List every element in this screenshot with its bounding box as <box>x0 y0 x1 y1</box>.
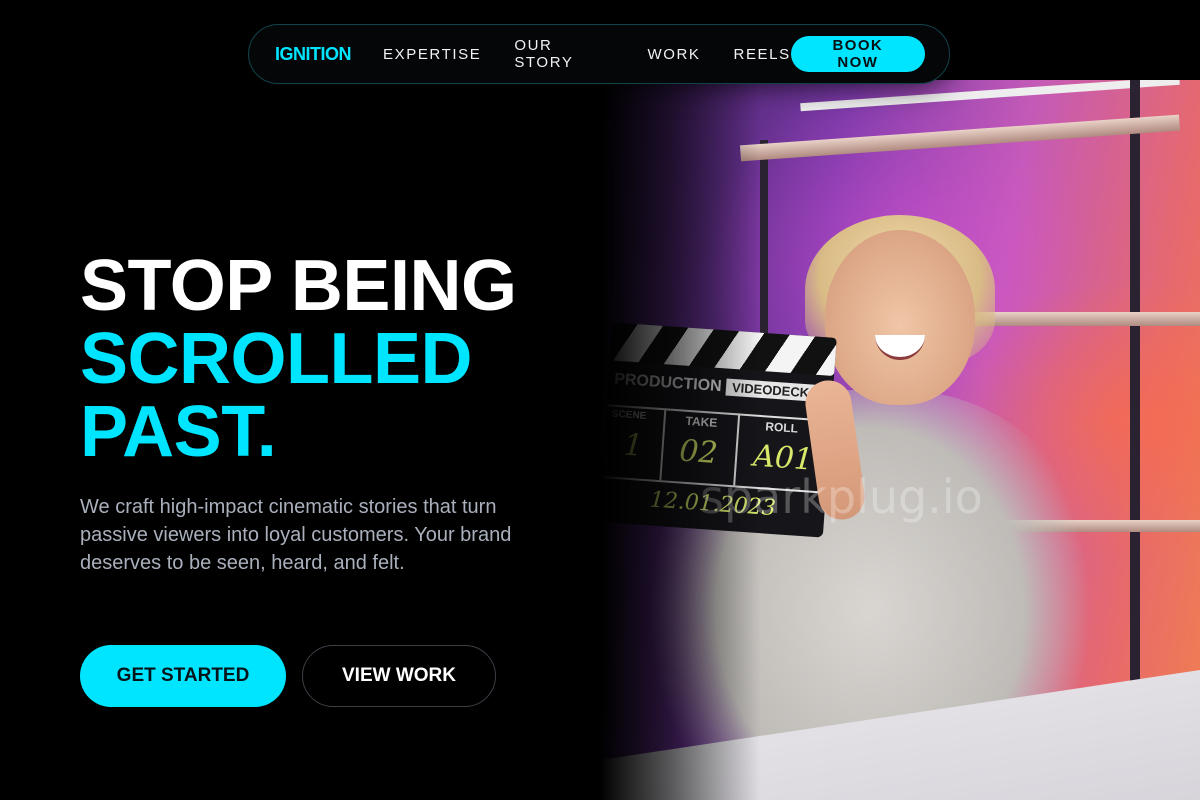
studio-light <box>800 80 1180 112</box>
clapper-take-label: TAKE <box>685 413 718 430</box>
top-nav: IGNITION EXPERTISE OUR STORY WORK REELS … <box>248 24 950 84</box>
shelf-pole <box>1130 80 1140 700</box>
hero-subtitle: We craft high-impact cinematic stories t… <box>80 496 512 574</box>
hero-image: PRODUCTION VIDEODECK SCENE TAKE ROLL 1 0… <box>600 80 1200 800</box>
clapper-scene-value: 1 <box>622 427 644 464</box>
shelf-board <box>960 312 1200 326</box>
person-face <box>825 230 975 405</box>
hero-headline: STOP BEING SCROLLED PAST. <box>80 246 517 472</box>
clapper-scene-label: SCENE <box>611 408 647 422</box>
nav-link-our-story[interactable]: OUR STORY <box>514 37 614 71</box>
clapper-roll-label: ROLL <box>764 419 799 436</box>
get-started-button[interactable]: GET STARTED <box>80 645 286 707</box>
nav-link-expertise[interactable]: EXPERTISE <box>383 46 481 63</box>
headline-line-1: STOP BEING <box>80 246 517 326</box>
brand-logo[interactable]: IGNITION <box>275 44 352 65</box>
book-now-button[interactable]: BOOK NOW <box>790 36 925 72</box>
view-work-button[interactable]: VIEW WORK <box>302 645 496 707</box>
headline-line-3: PAST. <box>80 392 277 472</box>
headline-line-2: SCROLLED <box>80 319 473 399</box>
nav-link-reels[interactable]: REELS <box>734 46 791 63</box>
clapper-take-value: 02 <box>678 433 719 472</box>
nav-link-work[interactable]: WORK <box>647 46 700 63</box>
shelf-board <box>739 114 1181 162</box>
image-watermark: sparkplug.io <box>700 470 983 524</box>
